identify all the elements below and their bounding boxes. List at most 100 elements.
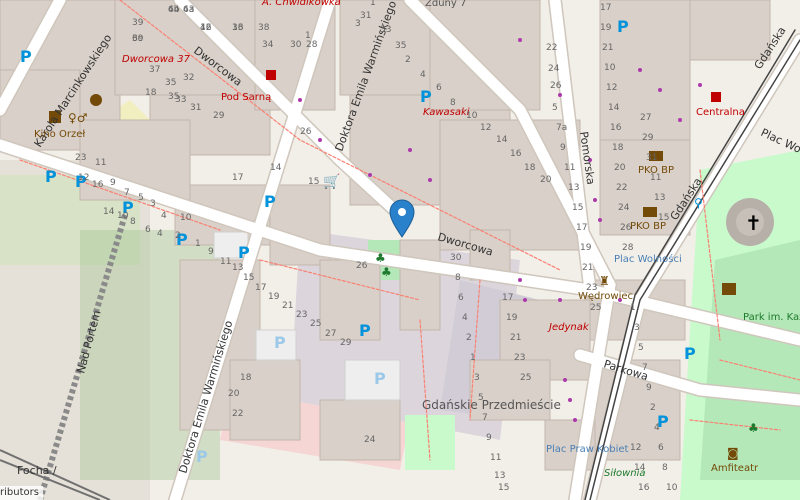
poi-label: Kawasaki: [423, 107, 470, 118]
house-number: 22: [546, 43, 557, 53]
tree-icon: ♣: [381, 265, 392, 279]
house-number: 24: [364, 435, 376, 445]
house-number: 10: [666, 483, 678, 493]
house-number: 9: [486, 433, 492, 443]
house-number: 19: [506, 313, 518, 323]
house-number: 1: [470, 353, 476, 363]
house-number: 11: [220, 257, 231, 267]
house-number: 12: [630, 443, 641, 453]
house-number: 3: [150, 199, 156, 209]
map-canvas[interactable]: P P P P P P P P P P P P P P P ♀♂ 🛒 ✝ ♣ ♣…: [0, 0, 800, 500]
house-number: 18: [612, 143, 624, 153]
house-number: 1: [305, 31, 311, 41]
house-number: 1: [370, 0, 376, 8]
house-number: 11: [564, 163, 575, 173]
house-number: 19: [600, 23, 612, 33]
park-green: [700, 240, 800, 480]
house-number: 21: [282, 301, 293, 311]
house-number: 7: [124, 188, 130, 198]
house-number: 15: [498, 483, 509, 493]
house-number: 33: [380, 25, 391, 35]
house-number: 4: [462, 313, 468, 323]
house-number: 9: [560, 143, 566, 153]
house-number: 14: [270, 163, 282, 173]
house-number: 14: [634, 463, 646, 473]
street-label: Focha /: [17, 464, 57, 477]
house-number: 11: [490, 453, 501, 463]
house-number: 13: [568, 183, 579, 193]
house-number: 13: [232, 23, 243, 33]
parking-icon: P: [374, 369, 386, 388]
house-number: 9: [646, 383, 652, 393]
house-number: 6: [436, 83, 442, 93]
house-number: 28: [306, 40, 318, 50]
house-number: 23: [514, 353, 525, 363]
parking-lot: [344, 359, 401, 401]
house-number: 21: [602, 43, 613, 53]
pharmacy-icon: [266, 70, 276, 80]
parking-icon: P: [359, 321, 371, 340]
house-number: 27: [640, 113, 651, 123]
house-number: 6: [458, 293, 464, 303]
house-number: 8: [450, 98, 456, 108]
house-number: 15: [572, 203, 583, 213]
house-number: 13: [654, 193, 665, 203]
house-number: 15: [658, 213, 669, 223]
house-number: 2: [405, 55, 411, 65]
house-number: 13: [494, 471, 505, 481]
house-number: 16: [200, 23, 212, 33]
house-number: 29: [213, 111, 225, 121]
place-label: Park im. Kazimierza Wielkiego: [743, 312, 800, 323]
house-number: 31: [190, 103, 201, 113]
poi-label: Dworcowa 37: [122, 54, 191, 65]
parking-icon: P: [20, 47, 32, 66]
house-number: 17: [232, 173, 243, 183]
house-number: 26: [300, 127, 312, 137]
house-number: 17: [255, 283, 266, 293]
house-number: 6b: [168, 5, 180, 15]
house-number: 31: [646, 153, 657, 163]
tree-icon: ♣: [375, 251, 386, 265]
house-number: 2: [650, 403, 656, 413]
house-number: 25: [520, 373, 531, 383]
parking-icon: P: [617, 17, 629, 36]
house-number: 26: [620, 223, 632, 233]
parking-icon: P: [196, 447, 208, 466]
house-number: 6: [658, 443, 664, 453]
house-number: 5: [138, 193, 144, 203]
poi-label: Zduny 7: [425, 0, 466, 9]
house-number: 37: [149, 65, 160, 75]
house-number: 25: [590, 303, 601, 313]
house-number: 4: [420, 70, 426, 80]
house-number: 5: [638, 343, 644, 353]
house-number: 39: [132, 18, 144, 28]
poi-label: Amfiteatr: [711, 463, 759, 474]
toilets-icon: ♀♂: [68, 111, 88, 125]
house-number: 26: [356, 261, 368, 271]
house-number: 16: [92, 180, 104, 190]
place-label: Plac Wolności: [614, 253, 682, 265]
pharmacy-icon-2: [711, 92, 721, 102]
theatre-icon: [90, 94, 102, 106]
house-number: 20: [614, 163, 626, 173]
house-number: 22: [232, 409, 243, 419]
parking-icon: P: [264, 192, 276, 211]
house-number: 12: [480, 123, 491, 133]
parking-icon: P: [684, 344, 696, 363]
house-number: 13: [232, 263, 243, 273]
house-number: 29: [340, 338, 352, 348]
house-number: 34: [262, 40, 274, 50]
house-number: 6a: [183, 5, 194, 15]
house-number: 35: [395, 41, 406, 51]
house-number: 21: [510, 333, 521, 343]
house-number: 25: [310, 319, 321, 329]
attribution[interactable]: ributors: [0, 486, 43, 500]
house-number: 6c: [132, 34, 143, 44]
house-number: 27: [325, 329, 336, 339]
house-number: 17: [576, 223, 587, 233]
house-number: 9: [208, 247, 214, 257]
place-label: Gdańskie Przedmieście: [422, 398, 561, 412]
house-number: 16: [638, 483, 650, 493]
amphitheatre-icon: ◙: [727, 446, 739, 460]
house-number: 18: [524, 163, 536, 173]
